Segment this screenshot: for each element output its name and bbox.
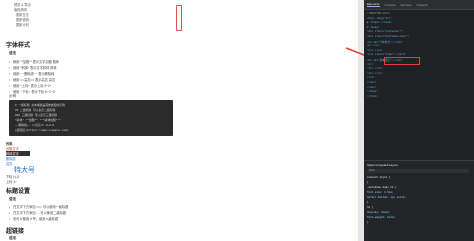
- dom-node-line[interactable]: </html>: [367, 95, 378, 98]
- dom-node-line[interactable]: <div class="markdown-body">: [367, 35, 409, 38]
- toc-item[interactable]: 更新计划: [16, 22, 29, 27]
- tab-sources[interactable]: Sources: [401, 3, 412, 7]
- dom-node-line[interactable]: ▼ <body>: [367, 26, 379, 29]
- code-line: ~~删除线~~ ==高亮== H~2~O: [15, 124, 55, 127]
- styles-filter-input[interactable]: Filter: [367, 169, 469, 173]
- dom-node-line[interactable]: <ul>…</ul>: [367, 49, 383, 52]
- section-heading-title-settings: 标题设置: [6, 189, 31, 195]
- styles-tabs[interactable]: Styles Computed Layout: [367, 163, 397, 167]
- code-line: ### 三级标题 可以表示三级标题: [15, 114, 57, 117]
- devtools-tabbar: Elements Console Sources Network: [364, 0, 474, 10]
- style-rule-line: font-weight: bold;: [367, 216, 396, 219]
- dom-node-line[interactable]: </div>: [367, 81, 376, 84]
- dom-node-line[interactable]: <li>…</li>: [367, 72, 383, 75]
- dom-node-line[interactable]: <div class="container">: [367, 30, 403, 33]
- style-rule-line: }: [367, 201, 369, 204]
- render-line: 上标 X²: [6, 180, 17, 184]
- dom-node-line[interactable]: </div>: [367, 86, 376, 89]
- dom-node-line[interactable]: <li>…</li>: [367, 67, 383, 70]
- devtools-panel: Elements Console Sources Network <!DOCTY…: [364, 0, 474, 241]
- tab-elements[interactable]: Elements: [367, 2, 380, 7]
- list-item: 使用 ^上标^ 表示上标 X^2^: [9, 83, 51, 88]
- example-label: 示例: [9, 94, 16, 98]
- selected-node-highlight: [384, 57, 420, 65]
- document-pane: 预览 & 导出 版权声明 更新日志 更新说明 更新计划 字体样式 语法 使用 *…: [0, 0, 358, 241]
- code-block: # 一级标题 文本或者是其他类型的示例 ## 二级标题 可以表示二级标题 ###…: [9, 100, 173, 136]
- styles-pane: Styles Computed Layout Filter element.st…: [364, 160, 474, 241]
- dom-node-line[interactable]: </ul>: [367, 76, 375, 79]
- subheading-syntax: 语法: [9, 51, 16, 55]
- list-item: 也可以使用 # 号，最多六级标题: [9, 216, 58, 221]
- code-line: ## 二级标题 可以表示二级标题: [15, 109, 56, 112]
- list-item: 在文字下方添加 === 可以使用一级标题: [9, 204, 68, 209]
- list-item: 使用 ==高亮== 表示高亮 高亮: [9, 77, 55, 82]
- style-rule-line: border-bottom: 1px solid;: [367, 196, 406, 199]
- dom-node-line[interactable]: <!DOCTYPE html>: [367, 12, 390, 15]
- dom-node-line[interactable]: <p>…</p>: [367, 44, 379, 47]
- section-heading-hyperlink: 超链接: [6, 229, 25, 235]
- style-rule-line: element.style {: [367, 176, 391, 179]
- selection-highlight: [176, 5, 182, 31]
- dom-node-line[interactable]: <h2 id="字体样式">…</h2>: [367, 40, 402, 44]
- dom-node-line[interactable]: ▶ <head>…</head>: [367, 21, 392, 24]
- style-rule-line: h2 {: [367, 206, 374, 209]
- style-rule-line: font-size: 1.5em;: [367, 191, 394, 194]
- list-item: 使用 ~~删除线~~ 表示删除线: [9, 71, 54, 76]
- code-line: # 一级标题 文本或者是其他类型的示例: [15, 104, 65, 107]
- style-rule-line: }: [367, 181, 369, 184]
- dom-node-line[interactable]: <ul>: [367, 63, 373, 66]
- style-rule-line: display: block;: [367, 211, 391, 214]
- dom-node-line[interactable]: <pre class="code">…</pre>: [367, 53, 406, 56]
- style-rule-line: }: [367, 221, 369, 224]
- code-line: [超链接](https://www.example.com): [15, 129, 69, 132]
- section-heading-font-style: 字体样式: [6, 43, 31, 49]
- tab-console[interactable]: Console: [385, 3, 396, 7]
- list-item: 在文字下方添加 --- 可以使用二级标题: [9, 210, 66, 215]
- tab-network[interactable]: Network: [417, 3, 428, 7]
- dom-node-line[interactable]: </body>: [367, 90, 378, 93]
- subheading-syntax: 语法: [9, 236, 16, 240]
- render-line[interactable]: 高亮: [6, 161, 12, 166]
- subheading-syntax: 语法: [9, 197, 16, 201]
- list-item: 使用 **加粗** 表示文字加粗 粗体: [9, 59, 59, 64]
- code-line: *斜体* **加粗** ***斜体加粗***: [15, 119, 61, 122]
- style-rule-line: .markdown-body h2 {: [367, 186, 397, 189]
- dom-node-line[interactable]: <html lang="zh">: [367, 17, 392, 20]
- list-item: 使用 *斜体* 表示文字斜体 斜体: [9, 65, 56, 70]
